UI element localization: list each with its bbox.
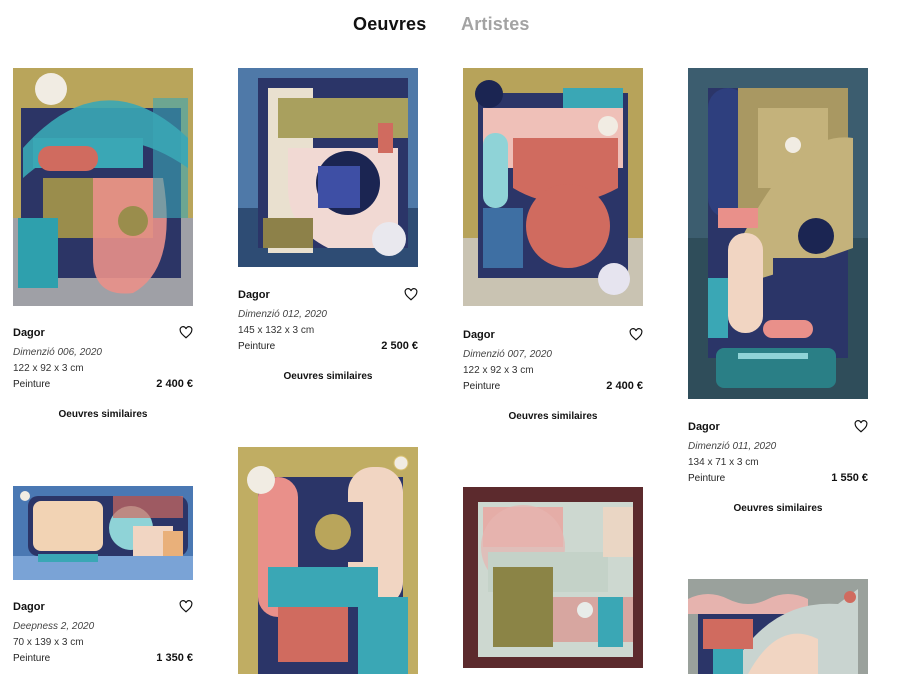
similar-works-link[interactable]: Oeuvres similaires — [238, 371, 418, 382]
similar-works-link[interactable]: Oeuvres similaires — [463, 411, 643, 422]
artwork-price: 2 400 € — [156, 378, 193, 390]
artist-name[interactable]: Dagor — [463, 329, 495, 341]
artist-name[interactable]: Dagor — [688, 421, 720, 433]
artwork-title[interactable]: Dimenzió 007, 2020 — [463, 349, 552, 360]
artwork-image-dimenzio-007[interactable] — [463, 68, 643, 306]
similar-works-link[interactable]: Oeuvres similaires — [688, 503, 868, 514]
heart-outline-icon[interactable] — [179, 600, 193, 613]
artwork-medium: Peinture — [13, 653, 51, 664]
artwork-image-dimenzio-012[interactable] — [238, 68, 418, 267]
artwork-dimensions: 122 x 92 x 3 cm — [463, 365, 534, 376]
artwork-image-dimenzio-006[interactable] — [13, 68, 193, 306]
artwork-dimensions: 145 x 132 x 3 cm — [238, 325, 315, 336]
artwork-price: 1 350 € — [156, 652, 193, 664]
heart-outline-icon[interactable] — [854, 420, 868, 433]
artwork-title[interactable]: Dimenzió 012, 2020 — [238, 309, 327, 320]
artwork-image[interactable] — [463, 487, 643, 668]
heart-outline-icon[interactable] — [629, 328, 643, 341]
artwork-title[interactable]: Deepness 2, 2020 — [13, 621, 94, 632]
similar-works-link[interactable]: Oeuvres similaires — [13, 409, 193, 420]
artwork-image[interactable] — [238, 447, 418, 674]
artwork-price: 2 400 € — [606, 380, 643, 392]
artwork-medium: Peinture — [238, 341, 276, 352]
artwork-grid: Dagor Dimenzió 006, 2020 122 x 92 x 3 cm… — [0, 0, 911, 674]
artwork-dimensions: 134 x 71 x 3 cm — [688, 457, 759, 468]
artwork-image-deepness-2[interactable] — [13, 486, 193, 580]
artwork-price: 1 550 € — [831, 472, 868, 484]
artwork-medium: Peinture — [688, 473, 726, 484]
artist-name[interactable]: Dagor — [13, 601, 45, 613]
artwork-title[interactable]: Dimenzió 011, 2020 — [688, 441, 776, 452]
artwork-price: 2 500 € — [381, 340, 418, 352]
artwork-image-dimenzio-011[interactable] — [688, 68, 868, 399]
heart-outline-icon[interactable] — [179, 326, 193, 339]
artwork-dimensions: 122 x 92 x 3 cm — [13, 363, 84, 374]
heart-outline-icon[interactable] — [404, 288, 418, 301]
artwork-medium: Peinture — [463, 381, 501, 392]
artist-name[interactable]: Dagor — [13, 327, 45, 339]
artwork-image[interactable] — [688, 579, 868, 674]
artist-name[interactable]: Dagor — [238, 289, 270, 301]
artwork-title[interactable]: Dimenzió 006, 2020 — [13, 347, 102, 358]
artwork-medium: Peinture — [13, 379, 51, 390]
artwork-dimensions: 70 x 139 x 3 cm — [13, 637, 84, 648]
